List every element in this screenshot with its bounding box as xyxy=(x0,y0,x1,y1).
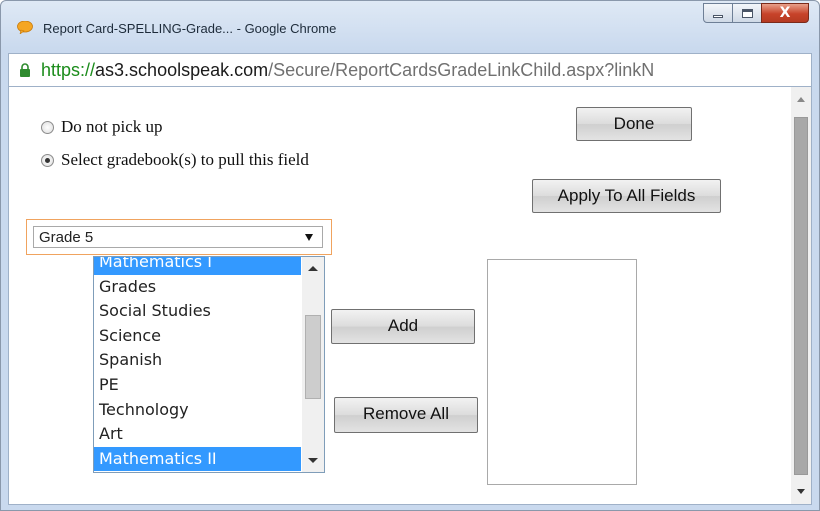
gradebook-list-item[interactable]: Science xyxy=(94,324,301,349)
option-do-not-pick-up[interactable]: Do not pick up xyxy=(41,117,163,137)
scroll-up-arrow-icon[interactable] xyxy=(308,266,318,271)
do-not-pick-up-label: Do not pick up xyxy=(61,117,163,136)
do-not-pick-up-radio[interactable] xyxy=(41,120,54,134)
gradebook-list-item[interactable]: Mathematics I xyxy=(94,257,301,275)
maximize-button[interactable] xyxy=(732,3,762,23)
option-select-gradebook[interactable]: Select gradebook(s) to pull this field xyxy=(41,150,309,170)
url-path: /Secure/ReportCardsGradeLinkChild.aspx?l… xyxy=(268,60,655,80)
browser-window: Report Card-SPELLING-Grade... - Google C… xyxy=(0,0,820,511)
gradebook-list-item[interactable]: Art xyxy=(94,422,301,447)
gradebook-list-item[interactable]: Technology xyxy=(94,398,301,423)
address-bar[interactable]: https://as3.schoolspeak.com/Secure/Repor… xyxy=(8,53,812,87)
scroll-down-arrow-icon[interactable] xyxy=(308,458,318,463)
lock-icon xyxy=(20,63,30,77)
grade-select-focus-ring: Grade 5 xyxy=(26,219,332,255)
listbox-scroll-thumb[interactable] xyxy=(305,315,321,399)
done-button[interactable]: Done xyxy=(576,107,692,141)
select-gradebook-radio[interactable] xyxy=(41,153,54,167)
gradebook-list-items: Mathematics I Grades Social Studies Science… xyxy=(94,257,301,472)
title-bar[interactable]: Report Card-SPELLING-Grade... - Google C… xyxy=(1,1,819,53)
url-text: https://as3.schoolspeak.com/Secure/Repor… xyxy=(41,60,654,81)
dropdown-arrow-icon xyxy=(305,234,313,241)
select-gradebook-label: Select gradebook(s) to pull this field xyxy=(61,150,309,169)
grade-select[interactable]: Grade 5 xyxy=(33,226,323,248)
url-host: as3.schoolspeak.com xyxy=(95,60,269,80)
add-button[interactable]: Add xyxy=(331,309,475,344)
close-button[interactable]: X xyxy=(761,3,809,23)
gradebook-list-item[interactable]: Grades xyxy=(94,275,301,300)
minimize-icon xyxy=(713,15,723,18)
chrome-speech-bubble-icon xyxy=(17,21,33,34)
gradebook-list-item[interactable]: Social Studies xyxy=(94,299,301,324)
gradebook-listbox[interactable]: Mathematics I Grades Social Studies Science… xyxy=(93,256,325,473)
grade-select-value: Grade 5 xyxy=(39,229,94,246)
gradebook-list-item[interactable]: Mathematics II xyxy=(94,446,301,472)
page-scroll-up-icon[interactable] xyxy=(797,97,805,102)
gradebook-list-item[interactable]: PE xyxy=(94,373,301,398)
remove-all-button[interactable]: Remove All xyxy=(334,397,478,433)
window-title: Report Card-SPELLING-Grade... - Google C… xyxy=(43,21,337,36)
listbox-scrollbar[interactable] xyxy=(302,257,324,472)
minimize-button[interactable] xyxy=(703,3,733,23)
page-scroll-thumb[interactable] xyxy=(794,117,808,475)
page-scroll-down-icon[interactable] xyxy=(797,489,805,494)
apply-to-all-fields-button[interactable]: Apply To All Fields xyxy=(532,179,721,213)
page-content: Do not pick up Select gradebook(s) to pu… xyxy=(8,87,812,505)
gradebook-list-item[interactable]: Spanish xyxy=(94,348,301,373)
url-scheme: https:// xyxy=(41,60,96,80)
selected-gradebooks-listbox[interactable] xyxy=(487,259,637,485)
close-icon: X xyxy=(779,5,791,21)
maximize-icon xyxy=(742,9,753,18)
page-scrollbar[interactable] xyxy=(791,87,811,504)
